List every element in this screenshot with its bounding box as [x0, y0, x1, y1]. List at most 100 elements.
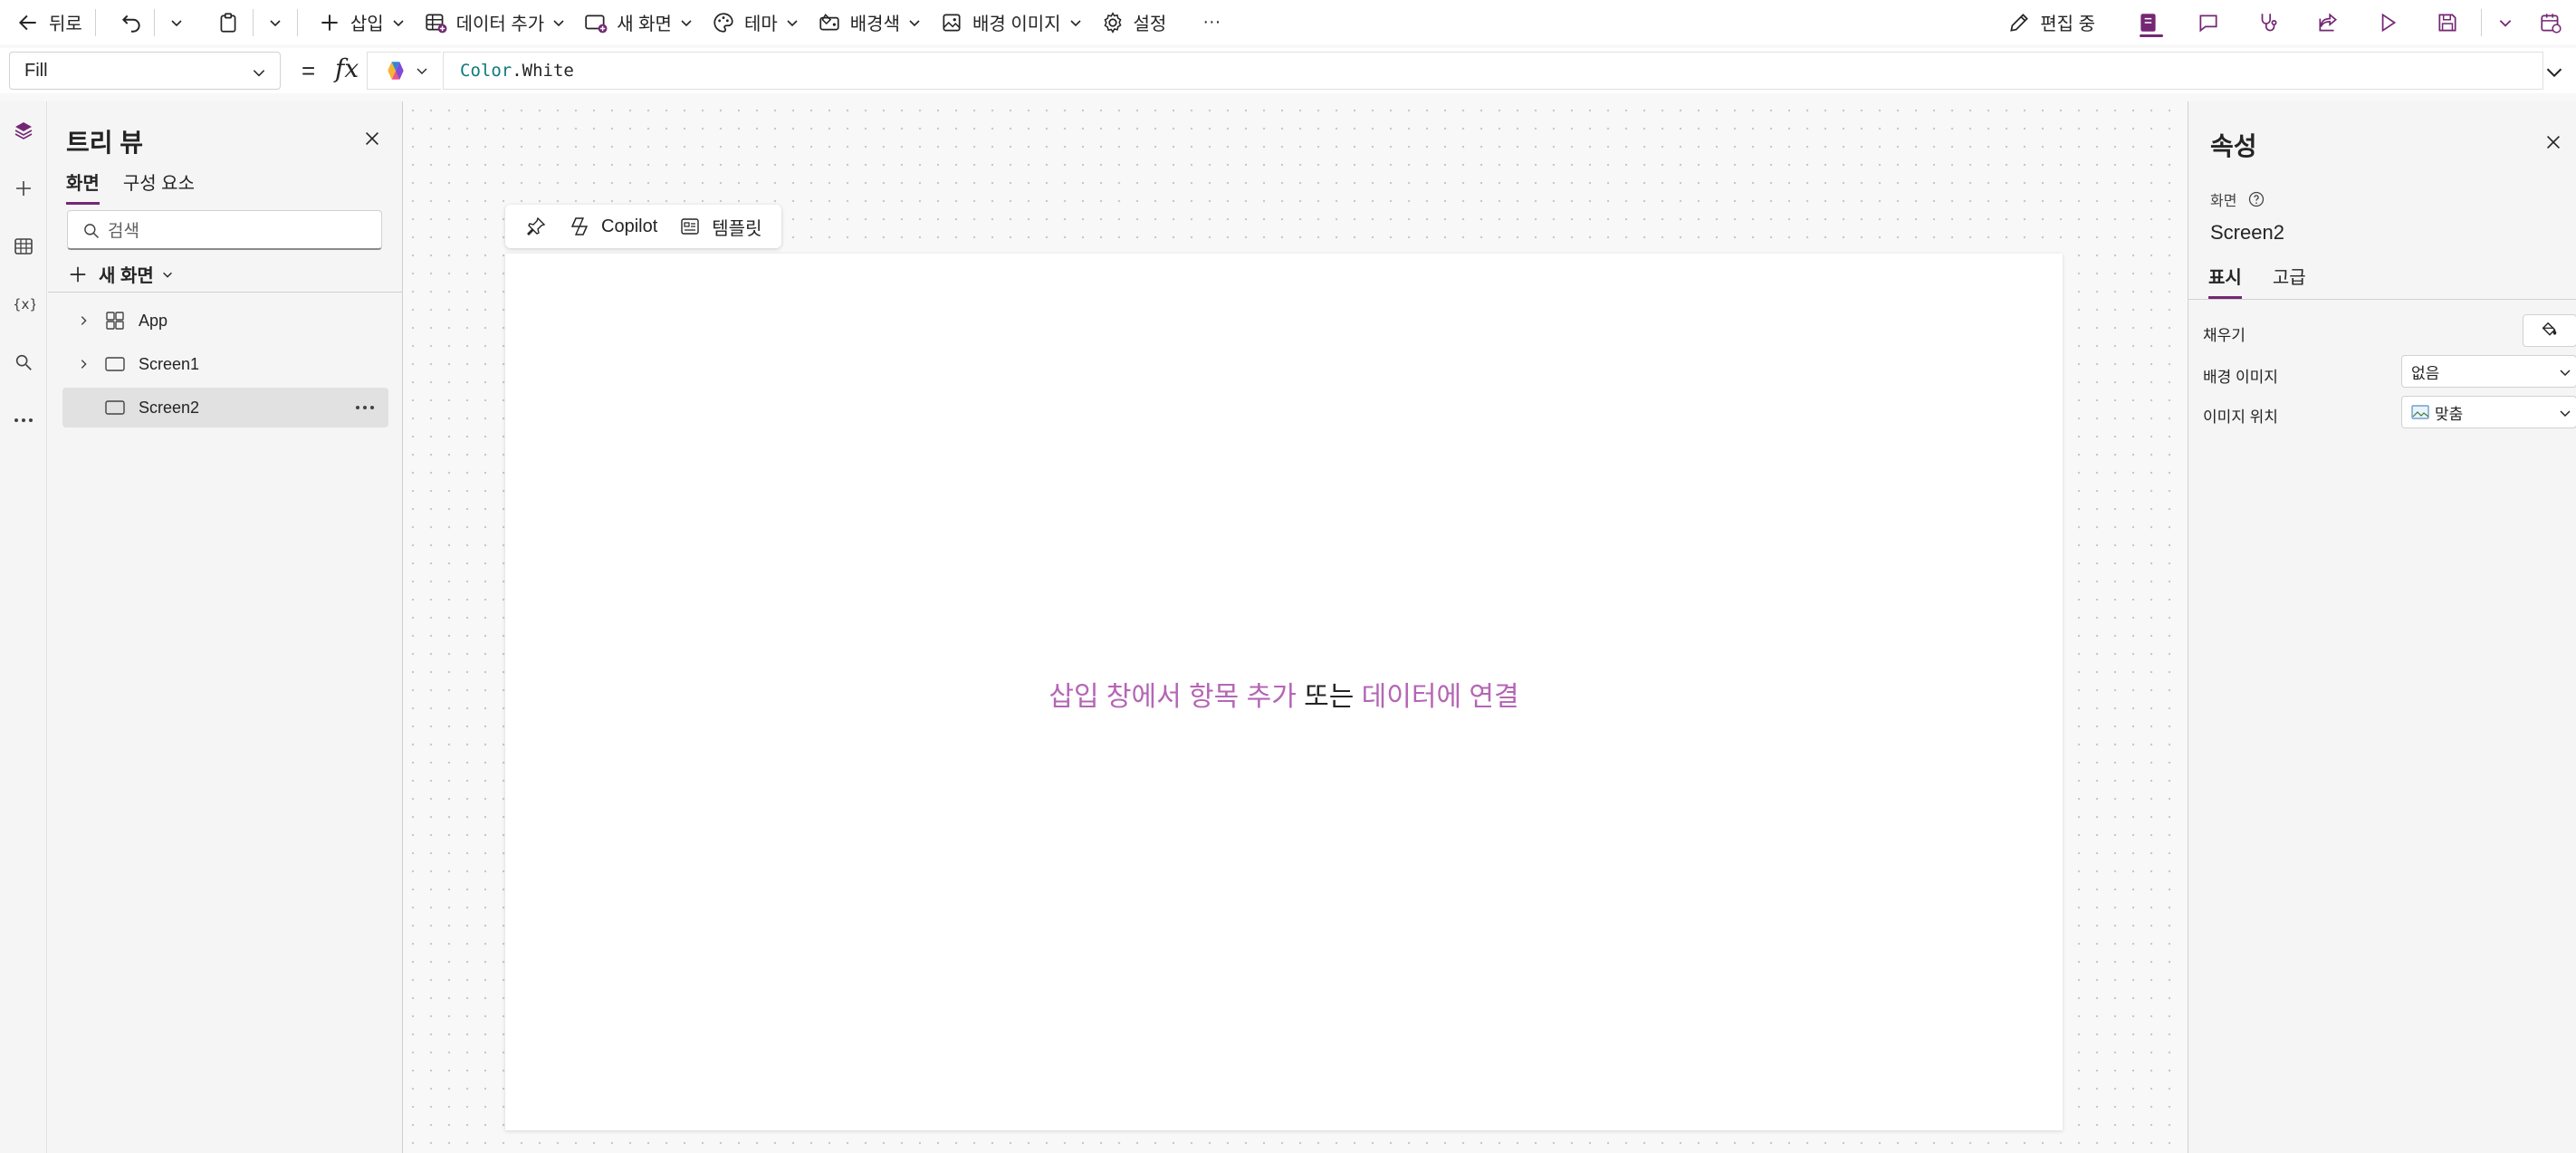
help-icon[interactable] — [2247, 190, 2265, 208]
tree-view-panel: 트리 뷰 화면 구성 요소 검색 새 화면 App Screen1 Screen… — [48, 101, 403, 1153]
chevron-right-icon[interactable] — [77, 358, 90, 370]
tab-advanced[interactable]: 고급 — [2273, 263, 2306, 299]
arrow-left-icon — [18, 14, 36, 30]
insert-button[interactable]: 삽입 — [302, 0, 415, 44]
image-icon — [943, 13, 961, 32]
property-dropdown[interactable]: Fill — [9, 52, 281, 90]
fill-label: 채우기 — [2203, 327, 2246, 344]
fill-color-picker[interactable] — [2523, 314, 2576, 347]
background-image-dropdown[interactable]: 없음 — [2401, 355, 2576, 388]
editing-button[interactable]: 편집 중 — [1998, 0, 2119, 44]
tree-item-screen2[interactable]: Screen2 — [62, 388, 388, 428]
tree-new-screen-button[interactable]: 새 화면 — [68, 261, 174, 287]
formula-input[interactable]: Color .White — [443, 52, 2543, 90]
connect-data-link[interactable]: 데이터에 연결 — [1362, 682, 1519, 712]
copilot-label: Copilot — [601, 216, 658, 236]
chevron-down-icon — [253, 70, 265, 77]
save-dropdown-button[interactable] — [2485, 0, 2525, 44]
chevron-right-icon[interactable] — [77, 314, 90, 327]
tree-item-app[interactable]: App — [62, 301, 388, 341]
divider — [48, 292, 402, 293]
formula-member: .White — [512, 61, 574, 81]
search-icon — [15, 354, 32, 370]
screen2-canvas[interactable]: 삽입 창에서 항목 추가 또는 데이터에 연결 — [505, 254, 2063, 1130]
pencil-icon — [2010, 13, 2029, 32]
tab-screens[interactable]: 화면 — [66, 168, 100, 205]
insert-rail-button[interactable] — [0, 159, 47, 217]
control-name: Screen2 — [2210, 221, 2284, 244]
separator — [153, 8, 155, 36]
plus-icon — [16, 181, 31, 196]
paste-button[interactable] — [195, 0, 249, 44]
variable-icon: {x} — [13, 296, 35, 312]
tree-search-input[interactable]: 검색 — [67, 210, 382, 250]
copilot-button[interactable]: Copilot — [558, 216, 668, 237]
expand-formula-chevron-icon[interactable] — [2545, 63, 2563, 82]
undo-dropdown-button[interactable] — [158, 0, 195, 44]
tree-item-screen1[interactable]: Screen1 — [62, 344, 388, 384]
data-rail-button[interactable] — [0, 217, 47, 275]
publish-button[interactable] — [2525, 0, 2576, 44]
back-button[interactable]: 뒤로 — [0, 0, 91, 44]
divider — [2188, 299, 2576, 300]
formula-copilot-button[interactable] — [367, 52, 441, 90]
pin-button[interactable] — [514, 216, 558, 237]
tree-view-rail-button[interactable] — [0, 101, 47, 159]
search-placeholder: 검색 — [108, 222, 139, 241]
separator — [296, 8, 298, 36]
placeholder-or-text: 또는 — [1296, 682, 1362, 712]
formula-bar: Fill = fx Color .White — [0, 48, 2576, 93]
table-add-icon — [426, 13, 447, 33]
back-label: 뒤로 — [49, 14, 82, 34]
app-checker-button[interactable] — [2119, 0, 2179, 44]
copilot-icon — [388, 62, 404, 80]
new-screen-button[interactable]: 새 화면 — [575, 0, 703, 44]
control-type-label: 화면 — [2210, 194, 2237, 209]
more-commands-button[interactable]: ··· — [1175, 0, 1230, 44]
add-from-insert-link[interactable]: 삽입 창에서 항목 추가 — [1049, 682, 1296, 712]
settings-label: 설정 — [1133, 14, 1167, 34]
chevron-down-icon — [553, 19, 564, 26]
share-button[interactable] — [2298, 0, 2358, 44]
theme-button[interactable]: 테마 — [703, 0, 809, 44]
calendar-sync-icon — [2541, 13, 2562, 34]
book-icon — [2140, 13, 2156, 32]
close-icon[interactable] — [2543, 132, 2563, 152]
close-icon[interactable] — [362, 129, 382, 149]
background-image-label: 배경 이미지 — [2203, 369, 2278, 386]
comments-button[interactable] — [2179, 0, 2238, 44]
template-button[interactable]: 템플릿 — [668, 214, 772, 240]
variables-rail-button[interactable]: {x} — [0, 275, 47, 333]
more-rail-button[interactable] — [0, 391, 47, 449]
image-position-value: 맞춤 — [2435, 405, 2464, 423]
undo-button[interactable] — [100, 0, 150, 44]
image-position-label: 이미지 위치 — [2203, 408, 2278, 426]
health-monitor-button[interactable] — [2238, 0, 2298, 44]
plus-icon — [70, 266, 86, 282]
control-type: 화면 — [2210, 188, 2265, 210]
image-position-dropdown[interactable]: 맞춤 — [2401, 396, 2576, 428]
background-color-label: 배경색 — [849, 14, 900, 34]
add-data-button[interactable]: 데이터 추가 — [415, 0, 576, 44]
search-icon — [84, 224, 100, 239]
background-image-button[interactable]: 배경 이미지 — [931, 0, 1092, 44]
preview-button[interactable] — [2358, 0, 2418, 44]
paint-bucket-icon — [819, 13, 839, 30]
settings-button[interactable]: 설정 — [1092, 0, 1176, 44]
palette-icon — [713, 12, 733, 33]
table-icon — [14, 238, 33, 255]
more-horizontal-icon[interactable] — [354, 399, 376, 416]
tab-components[interactable]: 구성 요소 — [123, 168, 195, 205]
command-bar: 뒤로 삽입 데이터 추가 새 화면 테마 배경색 배경 이미지 설정 ··· 편… — [0, 0, 2576, 44]
search-rail-button[interactable] — [0, 333, 47, 391]
image-icon — [2411, 405, 2429, 419]
chevron-down-icon — [2560, 410, 2571, 418]
insert-label: 삽입 — [350, 14, 384, 34]
background-color-button[interactable]: 배경색 — [809, 0, 931, 44]
save-button[interactable] — [2418, 0, 2477, 44]
undo-icon — [121, 14, 140, 33]
more-label: ··· — [1202, 12, 1221, 32]
paste-dropdown-button[interactable] — [257, 0, 293, 44]
chevron-down-icon — [681, 19, 692, 26]
tab-display[interactable]: 표시 — [2208, 263, 2242, 299]
